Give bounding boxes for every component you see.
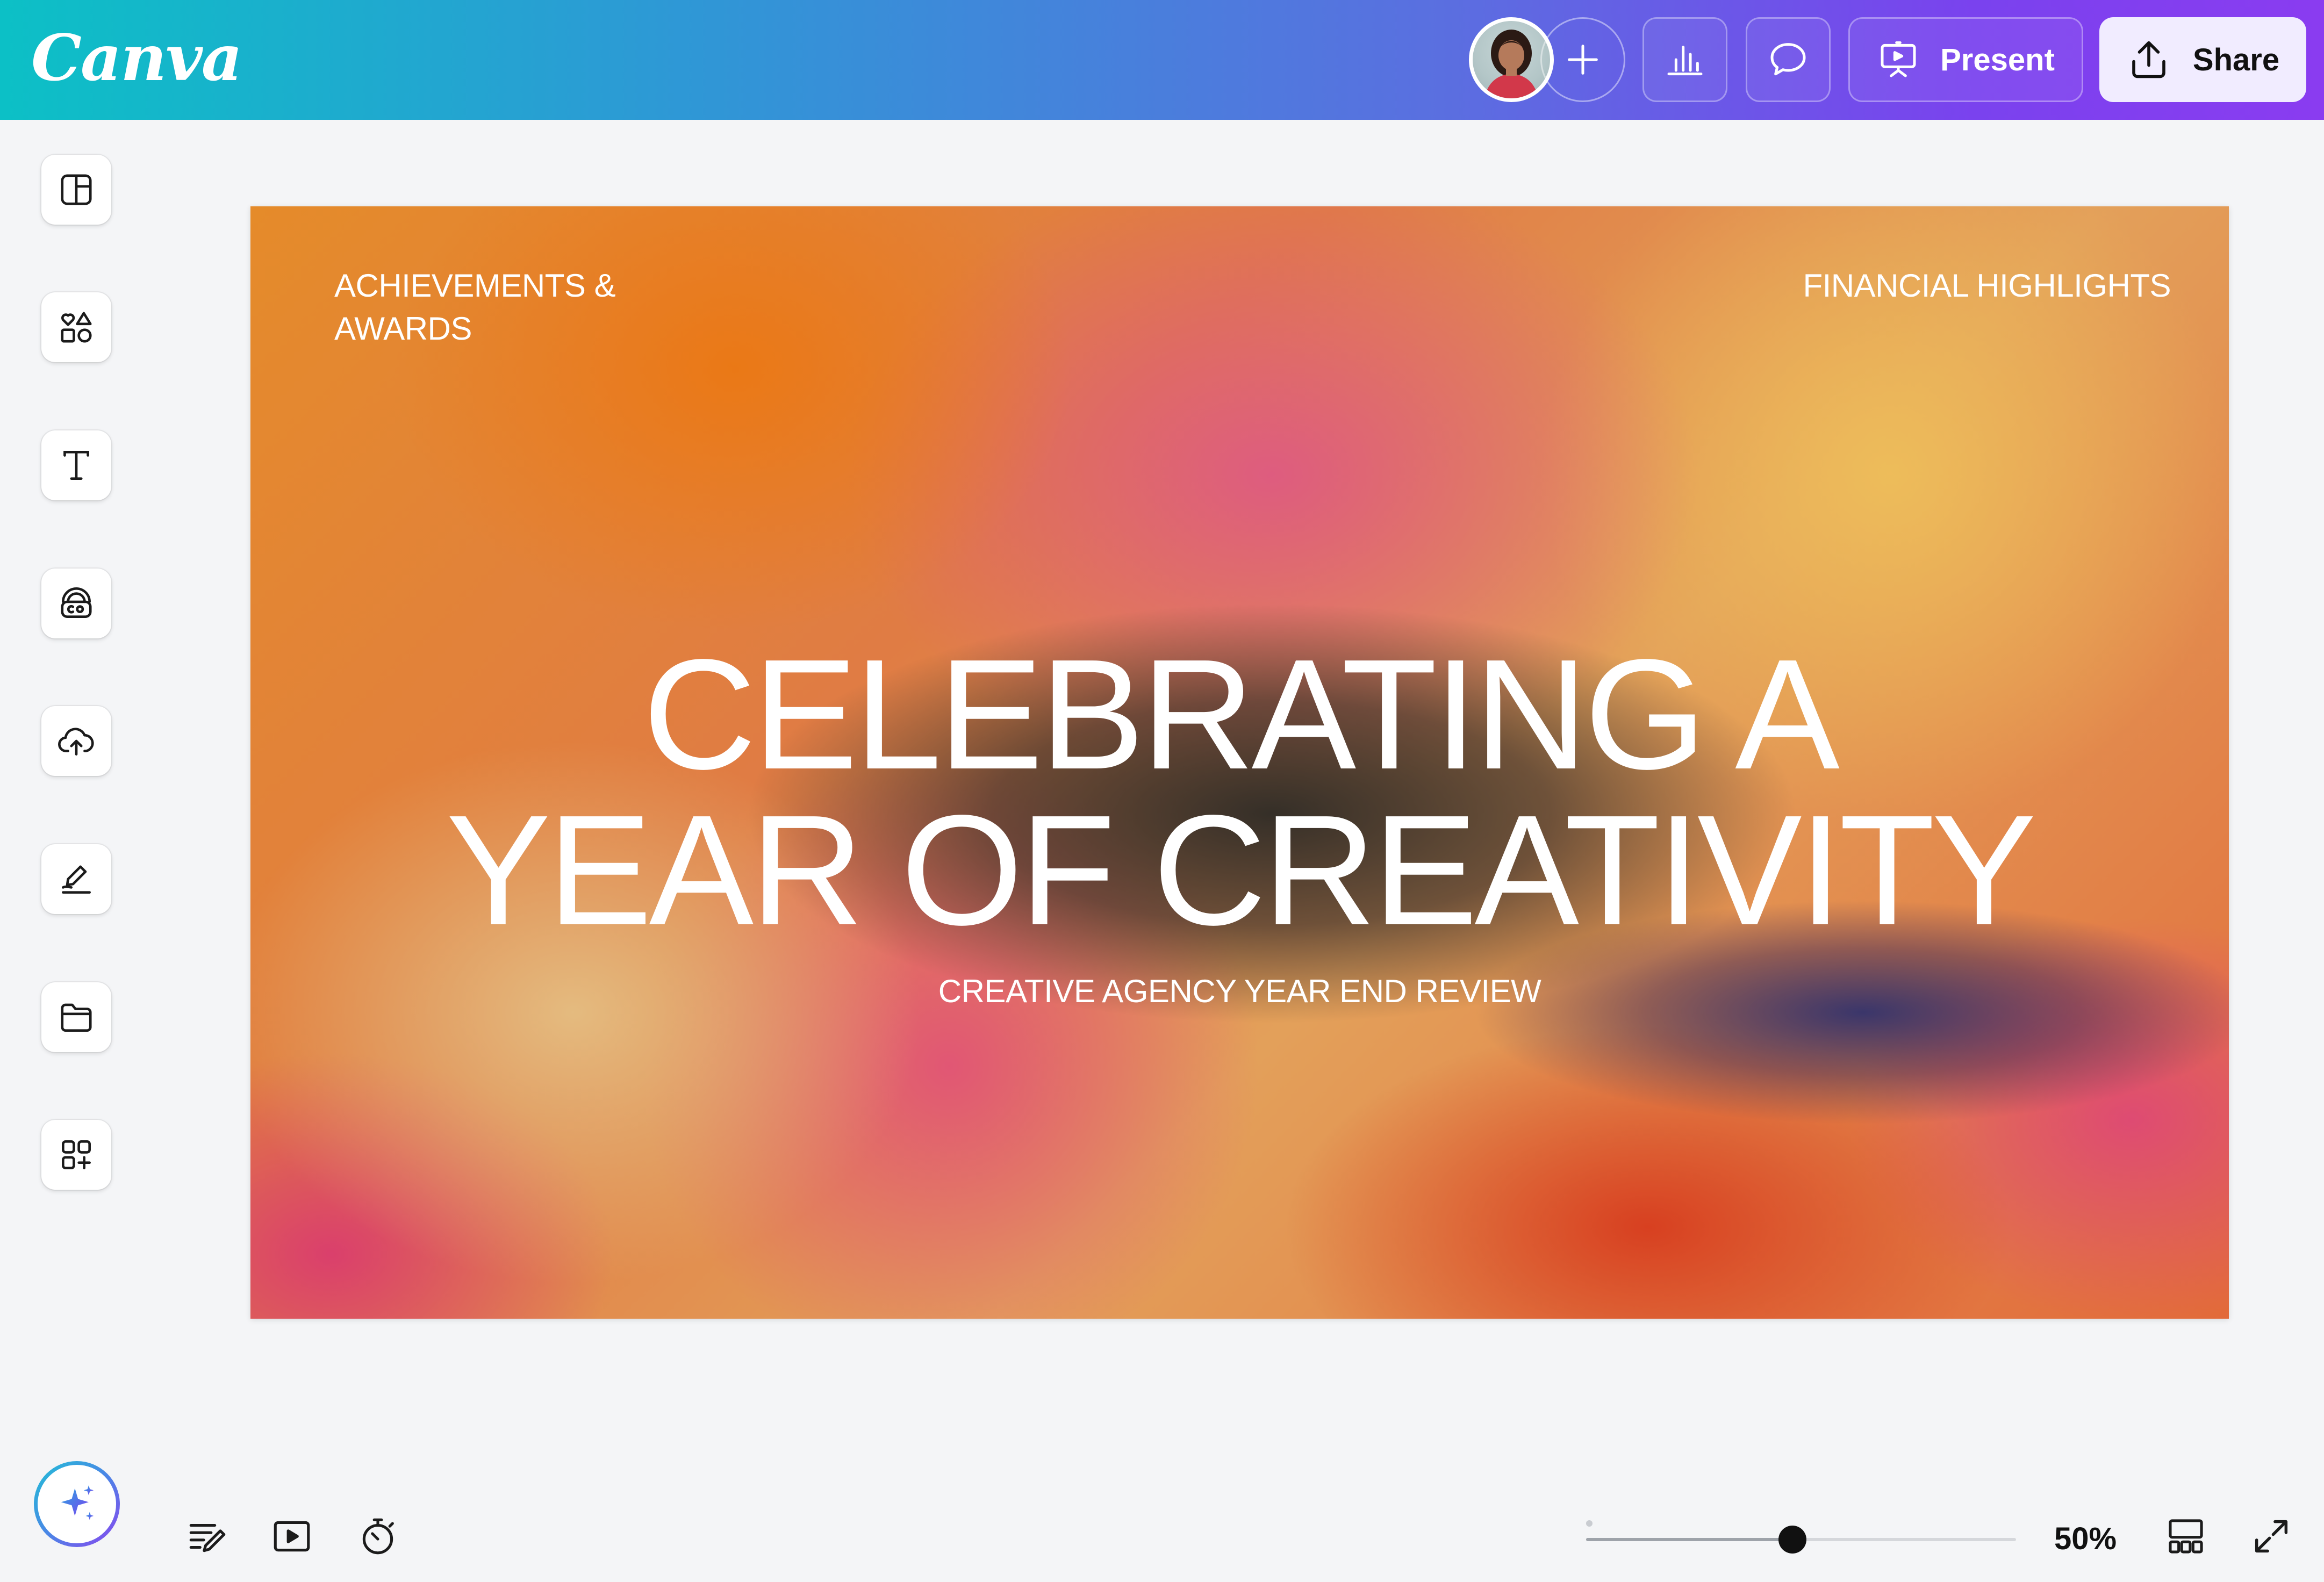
slide-subtitle[interactable]: CREATIVE AGENCY YEAR END REVIEW [250, 973, 2229, 1010]
slide-top-left-text[interactable]: ACHIEVEMENTS & AWARDS [334, 264, 711, 350]
expand-icon [2255, 1520, 2288, 1553]
timer-button[interactable] [355, 1513, 401, 1559]
sidebar-item-design[interactable] [41, 155, 111, 225]
sidebar-item-uploads[interactable] [41, 706, 111, 776]
play-icon [274, 1521, 310, 1552]
presentation-icon [1881, 41, 1916, 77]
draw-icon [62, 865, 91, 894]
headline-line-1: CELEBRATING A [643, 627, 1840, 802]
share-button[interactable]: Share [2099, 17, 2306, 102]
canva-logo[interactable]: Canva [31, 15, 242, 101]
shapes-icon [61, 312, 92, 343]
magic-button-inner [38, 1465, 116, 1543]
brand-icon [61, 587, 92, 618]
comment-icon [1770, 43, 1806, 76]
zoom-percentage[interactable]: 50% [2042, 1521, 2128, 1557]
zoom-min-dot [1586, 1520, 1593, 1527]
avatar-photo [1484, 30, 1538, 98]
layout-icon [61, 174, 92, 205]
text-icon [63, 451, 89, 480]
playback-button[interactable] [269, 1513, 315, 1559]
sidebar-item-elements[interactable] [41, 292, 111, 362]
folder-icon [61, 1003, 92, 1032]
sidebar-item-projects[interactable] [41, 982, 111, 1052]
sidebar-item-text[interactable] [41, 430, 111, 500]
upload-icon [58, 728, 94, 756]
timer-icon [362, 1518, 394, 1555]
sparkle-icon [61, 1485, 94, 1520]
slide-top-right-text[interactable]: FINANCIAL HIGHLIGHTS [1795, 264, 2171, 307]
page-grid-view-button[interactable] [2163, 1513, 2209, 1559]
sidebar-item-brand[interactable] [41, 569, 111, 638]
share-label: Share [2192, 42, 2280, 77]
notes-icon [189, 1523, 226, 1552]
present-label: Present [1940, 42, 2055, 77]
bar-chart-icon [1667, 46, 1703, 76]
insights-button[interactable] [1642, 17, 1727, 102]
headline-line-2: YEAR OF CREATIVITY [446, 782, 2036, 958]
plus-icon [1568, 45, 1598, 75]
present-button[interactable]: Present [1848, 17, 2083, 102]
zoom-slider-fill [1586, 1538, 1792, 1541]
apps-icon [62, 1140, 91, 1169]
top-bar: Canva Present Share [0, 0, 2324, 120]
fullscreen-button[interactable] [2248, 1513, 2294, 1559]
notes-button[interactable] [184, 1513, 231, 1559]
slide-headline[interactable]: CELEBRATING A YEAR OF CREATIVITY [250, 636, 2229, 948]
comments-button[interactable] [1746, 17, 1831, 102]
magic-assistant-button[interactable] [34, 1461, 120, 1547]
zoom-slider[interactable] [1586, 1526, 2016, 1554]
slide-canvas[interactable]: ACHIEVEMENTS & AWARDS FINANCIAL HIGHLIGH… [250, 206, 2229, 1319]
zoom-slider-thumb[interactable] [1778, 1526, 1806, 1554]
add-collaborator-button[interactable] [1540, 17, 1625, 102]
sidebar-item-apps[interactable] [41, 1120, 111, 1190]
grid-view-icon [2169, 1519, 2203, 1554]
sidebar-item-draw[interactable] [41, 844, 111, 914]
upload-share-icon [2132, 41, 2165, 78]
